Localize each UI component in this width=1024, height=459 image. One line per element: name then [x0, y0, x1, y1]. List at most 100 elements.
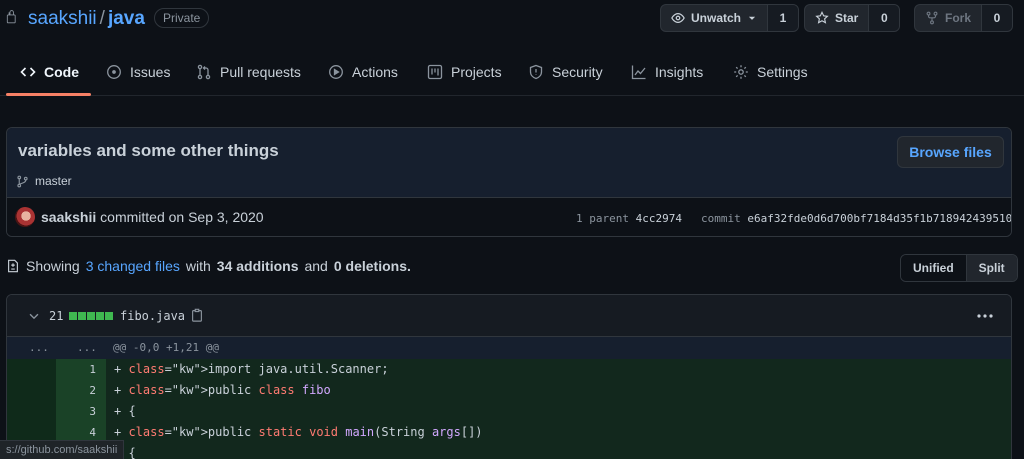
file-change-count: 21	[49, 309, 64, 323]
tab-actions[interactable]: Actions	[328, 48, 398, 96]
tab-security-label: Security	[552, 64, 603, 80]
commit-parent: 1 parent 4cc2974	[576, 212, 682, 225]
branch-icon	[17, 175, 28, 187]
star-button[interactable]: Star	[805, 5, 870, 31]
tab-projects[interactable]: Projects	[427, 48, 502, 96]
diffstat-block	[96, 312, 104, 320]
tab-code[interactable]: Code	[20, 48, 79, 96]
code-line-text: + class="kw">import java.util.Scanner;	[114, 362, 389, 376]
tab-pull-requests-label: Pull requests	[220, 64, 301, 80]
diff-line: 2 + class="kw">public class fibo	[7, 380, 1011, 401]
file-name-link[interactable]: fibo.java	[120, 309, 185, 323]
summary-and: and	[304, 258, 328, 274]
additions-count: 34 additions	[216, 258, 299, 274]
issue-icon	[107, 65, 121, 79]
fork-button[interactable]: Fork	[915, 5, 983, 31]
tab-projects-label: Projects	[451, 64, 502, 80]
tab-pull-requests[interactable]: Pull requests	[196, 48, 301, 96]
line-number[interactable]: 2	[56, 384, 96, 397]
commit-box: variables and some other things master B…	[6, 127, 1012, 237]
diff-line: 4 + class="kw">public static void main(S…	[7, 422, 1011, 443]
tab-issues[interactable]: Issues	[106, 48, 170, 96]
commit-label: commit	[701, 212, 741, 225]
hunk-header-row: ... ... @@ -0,0 +1,21 @@	[7, 337, 1011, 359]
branch-name: master	[35, 174, 72, 188]
tab-settings[interactable]: Settings	[733, 48, 808, 96]
eye-icon	[671, 13, 685, 23]
line-number[interactable]: 3	[56, 405, 96, 418]
commit-sha-value: e6af32fde0d6d700bf7184d35f1b718942439510	[747, 212, 1012, 225]
code-line: + class="kw">public class fibo	[114, 383, 331, 397]
split-view-button[interactable]: Split	[966, 255, 1017, 281]
summary-with: with	[185, 258, 211, 274]
code-line: + {	[114, 404, 136, 418]
repo-name-link[interactable]: java	[108, 8, 145, 29]
commit-author-link[interactable]: saakshii	[41, 209, 96, 225]
repo-tab-nav: Code Issues Pull requests Actions Projec…	[0, 48, 1024, 96]
diffstat-blocks	[69, 312, 113, 320]
shield-icon	[529, 64, 543, 80]
fork-icon	[926, 11, 938, 25]
tab-security[interactable]: Security	[528, 48, 603, 96]
commit-details: saakshii committed on Sep 3, 2020 1 pare…	[7, 198, 1012, 236]
tab-insights[interactable]: Insights	[631, 48, 703, 96]
diffstat-block	[78, 312, 86, 320]
old-line-gutter	[7, 401, 56, 422]
fork-count[interactable]: 0	[982, 5, 1013, 31]
code-line-text: + {	[114, 404, 136, 418]
line-number[interactable]: 4	[56, 426, 96, 439]
file-diff: 21 fibo.java ... ... @@ -0,0 +1,21 @@ 1 …	[6, 294, 1012, 459]
star-button-group: Star 0	[804, 4, 901, 32]
expand-up-button[interactable]: ...	[29, 341, 49, 354]
tab-insights-label: Insights	[655, 64, 704, 80]
tab-actions-label: Actions	[352, 64, 398, 80]
hunk-header: @@ -0,0 +1,21 @@	[113, 341, 219, 354]
project-icon	[427, 64, 443, 80]
tab-code-label: Code	[44, 64, 79, 80]
old-line-gutter	[7, 380, 56, 401]
commit-branch[interactable]: master	[16, 174, 72, 188]
code-line-text: + class="kw">public class fibo	[114, 383, 331, 397]
caret-down-icon	[748, 16, 756, 20]
status-bar-url: s://github.com/saakshii	[0, 440, 125, 459]
commit-header: variables and some other things master B…	[7, 128, 1011, 198]
pull-request-icon	[197, 64, 211, 80]
kebab-horizontal-icon[interactable]	[975, 308, 995, 324]
code-line: + class="kw">public static void main(Str…	[114, 425, 483, 439]
repo-icon	[6, 10, 16, 24]
deletions-count: 0 deletions.	[333, 258, 411, 274]
commit-sha: commit e6af32fde0d6d700bf7184d35f1b71894…	[701, 212, 1012, 225]
tab-issues-label: Issues	[130, 64, 171, 80]
watch-button-group: Unwatch 1	[660, 4, 800, 32]
author-avatar[interactable]	[15, 207, 35, 227]
star-count[interactable]: 0	[869, 5, 900, 31]
line-number[interactable]: 1	[56, 363, 96, 376]
expand-down-button[interactable]: ...	[77, 341, 97, 354]
commit-date-text: committed on Sep 3, 2020	[100, 209, 264, 225]
chevron-down-icon[interactable]	[27, 309, 41, 323]
file-header: 21 fibo.java	[7, 295, 1011, 337]
old-line-gutter	[7, 359, 56, 380]
repo-owner-link[interactable]: saakshii	[28, 8, 97, 29]
browse-files-button[interactable]: Browse files	[897, 136, 1004, 168]
gear-icon	[734, 65, 748, 79]
unified-view-button[interactable]: Unified	[901, 255, 967, 281]
watch-count[interactable]: 1	[768, 5, 799, 31]
changed-files-link[interactable]: 3 changed files	[86, 258, 180, 274]
fork-button-group: Fork 0	[914, 4, 1014, 32]
unwatch-button[interactable]: Unwatch	[661, 5, 769, 31]
diff-summary: Showing 3 changed files with 34 addition…	[6, 258, 411, 274]
commit-author-line: saakshii committed on Sep 3, 2020	[41, 209, 264, 225]
active-tab-indicator	[6, 93, 91, 96]
parent-sha-link[interactable]: 4cc2974	[636, 212, 682, 225]
tab-settings-label: Settings	[757, 64, 808, 80]
diffstat-block	[105, 312, 113, 320]
unwatch-label: Unwatch	[691, 11, 742, 25]
star-label: Star	[835, 11, 859, 25]
commit-title: variables and some other things	[18, 141, 279, 160]
copy-icon[interactable]	[190, 307, 204, 323]
diff-line: 5 + {	[7, 443, 1011, 459]
fork-label: Fork	[945, 11, 972, 25]
diffstat-block	[87, 312, 95, 320]
repo-header: saakshii / java Private Unwatch 1 Star 0 F…	[0, 0, 1024, 40]
